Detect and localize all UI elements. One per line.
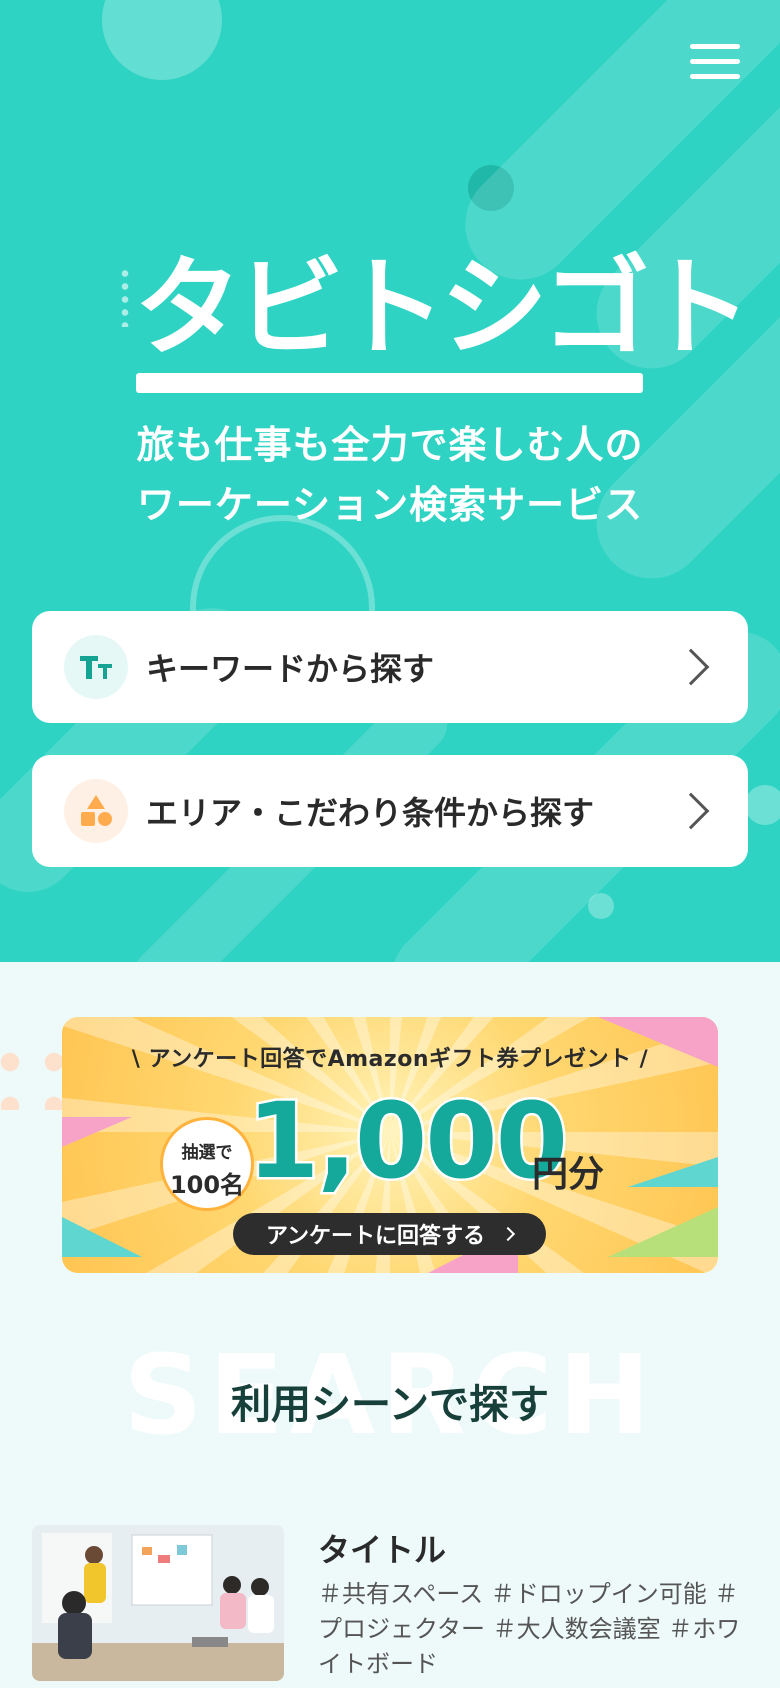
site-logo[interactable]: タビトシゴト — [120, 246, 752, 400]
deco-dots — [0, 1040, 70, 1110]
scene-photo — [32, 1525, 284, 1681]
survey-answer-label: アンケートに回答する — [265, 1224, 486, 1249]
text-size-icon — [64, 635, 128, 699]
keyword-search-button[interactable]: キーワードから探す — [32, 611, 748, 723]
banner-headline: \ アンケート回答でAmazonギフト券プレゼント / — [131, 1047, 649, 1072]
deco-circle — [102, 0, 222, 80]
area-search-button[interactable]: エリア・こだわり条件から探す — [32, 755, 748, 867]
hamburger-menu-icon[interactable] — [690, 44, 740, 84]
lottery-badge: 抽選で 100名 — [160, 1117, 254, 1211]
logo-text: タビトシゴト — [134, 246, 752, 371]
chevron-right-icon — [672, 648, 710, 686]
deco-stripe — [628, 1157, 718, 1187]
area-search-label: エリア・こだわり条件から探す — [146, 794, 595, 832]
section-title: 利用シーンで探す — [231, 1382, 549, 1428]
logo-dots — [120, 267, 130, 327]
deco-stripe — [62, 1217, 142, 1257]
shapes-icon — [64, 779, 128, 843]
hero-section: タビトシゴト 旅も仕事も全力で楽しむ人の ワーケーション検索サービス キーワード… — [0, 0, 780, 962]
tagline: 旅も仕事も全力で楽しむ人の ワーケーション検索サービス — [0, 415, 780, 535]
deco-stripe — [608, 1207, 718, 1257]
badge-line2: 100名 — [169, 1171, 245, 1199]
survey-answer-button[interactable]: アンケートに回答する — [233, 1213, 546, 1255]
tagline-line2: ワーケーション検索サービス — [136, 483, 644, 527]
logo-underline — [136, 373, 643, 393]
scene-title: タイトル — [318, 1531, 447, 1569]
gift-unit: 円分 — [532, 1154, 605, 1195]
scene-tags: ＃共有スペース ＃ドロップイン可能 ＃プロジェクター ＃大人数会議室 ＃ホワイト… — [318, 1580, 741, 1678]
survey-banner[interactable]: \ アンケート回答でAmazonギフト券プレゼント / 抽選で 100名 1,0… — [62, 1017, 718, 1273]
tagline-line1: 旅も仕事も全力で楽しむ人の — [136, 423, 644, 467]
gift-amount: 1,000 — [245, 1080, 571, 1202]
deco-circle — [745, 785, 780, 825]
deco-stripe — [62, 1117, 132, 1147]
badge-line1: 抽選で — [181, 1143, 233, 1163]
keyword-search-label: キーワードから探す — [146, 650, 435, 688]
chevron-right-icon — [672, 792, 710, 830]
chevron-right-icon — [500, 1226, 516, 1242]
